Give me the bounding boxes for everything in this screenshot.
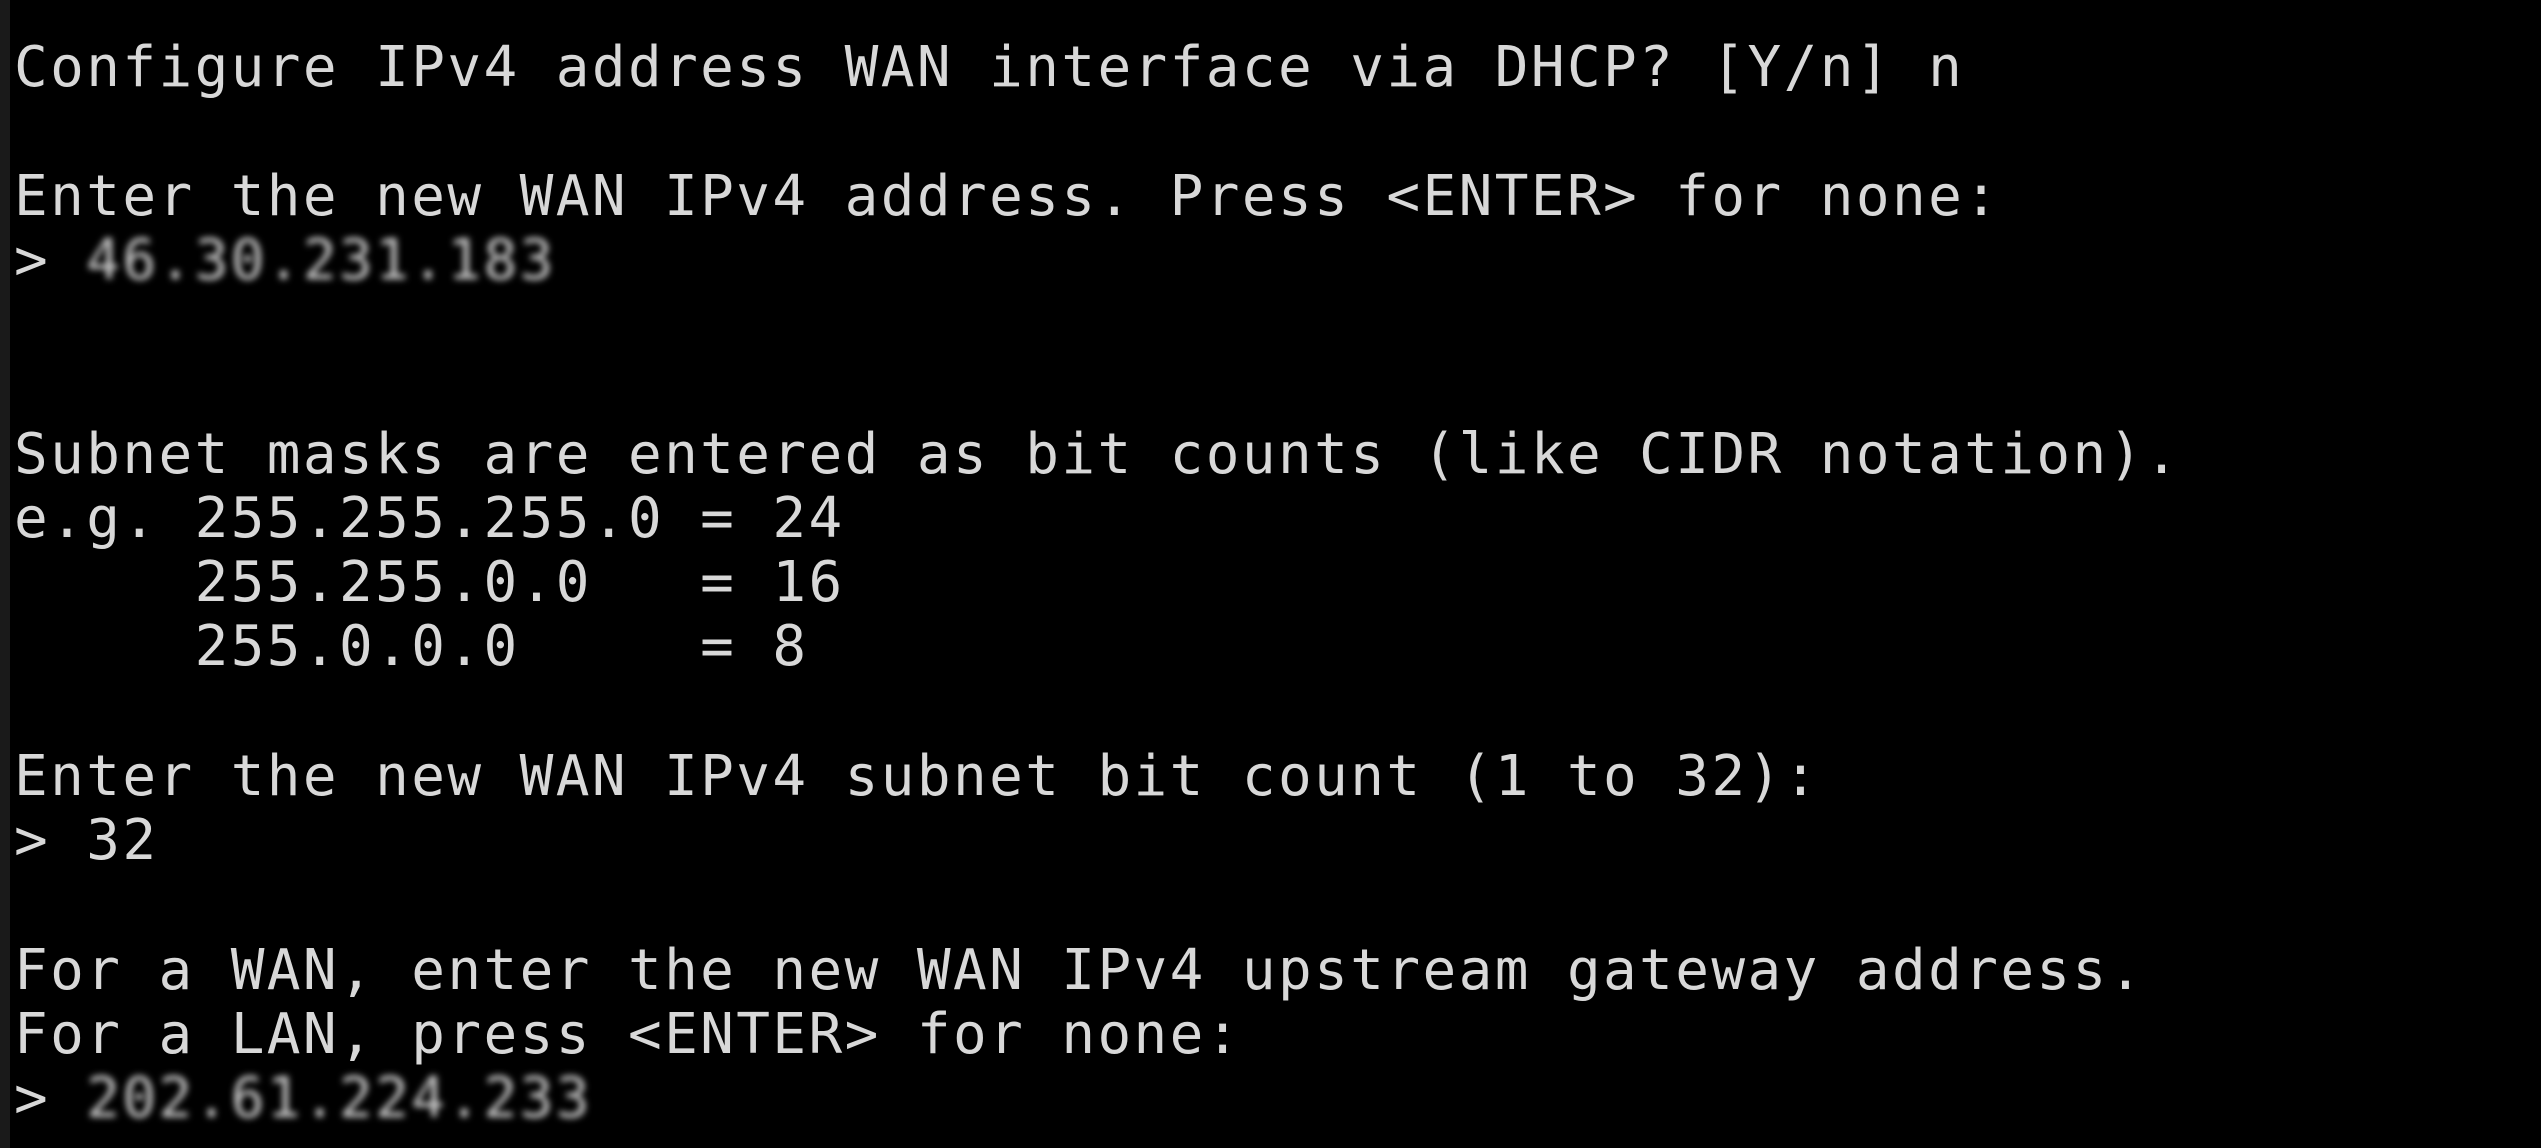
dhcp-prompt: Configure IPv4 address WAN interface via… xyxy=(14,35,1965,100)
subnet-bit-count-prompt: Enter the new WAN IPv4 subnet bit count … xyxy=(14,744,1820,809)
subnet-example-16: 255.255.0.0 = 16 xyxy=(14,550,845,615)
input-prompt-marker: > xyxy=(14,1066,87,1131)
wan-address-value: 46.30.231.183 xyxy=(86,228,556,293)
subnet-example-8: 255.0.0.0 = 8 xyxy=(14,614,809,679)
subnet-example-24: e.g. 255.255.255.0 = 24 xyxy=(14,486,845,551)
gateway-address-value: 202.61.224.233 xyxy=(86,1066,592,1131)
gateway-prompt-wan: For a WAN, enter the new WAN IPv4 upstre… xyxy=(14,938,2145,1003)
window-left-edge xyxy=(0,0,10,1148)
wan-address-input-line: > 46.30.231.183 xyxy=(14,229,556,293)
input-prompt-marker: > xyxy=(14,228,87,293)
gateway-input-line[interactable]: > 202.61.224.233 xyxy=(14,1067,592,1131)
terminal-console[interactable]: Configure IPv4 address WAN interface via… xyxy=(0,0,2541,1148)
gateway-prompt-lan: For a LAN, press <ENTER> for none: xyxy=(14,1002,1242,1067)
subnet-info-line: Subnet masks are entered as bit counts (… xyxy=(14,422,2181,487)
subnet-bit-count-input: > 32 xyxy=(14,808,159,873)
wan-address-prompt: Enter the new WAN IPv4 address. Press <E… xyxy=(14,164,2001,229)
